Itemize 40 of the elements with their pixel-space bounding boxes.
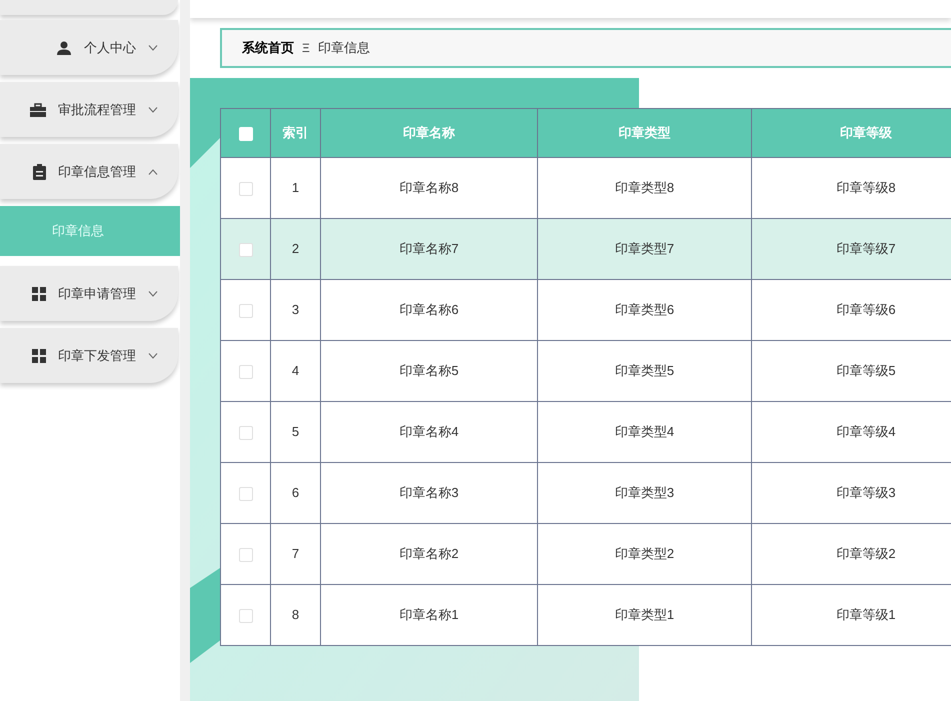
row-checkbox[interactable] [238, 426, 252, 440]
person-icon [56, 40, 72, 54]
grid-icon [32, 348, 46, 362]
select-all-checkbox[interactable] [238, 126, 252, 141]
breadcrumb-current: 印章信息 [318, 39, 370, 58]
row-checkbox[interactable] [238, 364, 252, 379]
table-row[interactable]: 2 印章名称7 印章类型7 印章等级7 [220, 218, 951, 280]
table-cell: 8 [270, 584, 320, 646]
grid-icon [32, 286, 46, 300]
menu-item[interactable]: 印章信息管理 [0, 144, 178, 199]
row-checkbox[interactable] [238, 548, 252, 562]
chevron-down-icon [148, 352, 158, 358]
table-row[interactable]: 4 印章名称5 印章类型5 印章等级5 [220, 340, 951, 402]
row-checkbox[interactable] [238, 304, 252, 318]
table-row[interactable]: 5 印章名称4 印章类型4 印章等级4 [220, 402, 951, 462]
row-checkbox[interactable] [238, 486, 252, 501]
row-checkbox[interactable] [238, 242, 252, 257]
chevron-down-icon [148, 106, 158, 112]
clipboard-icon [33, 164, 46, 180]
chevron-up-icon [148, 168, 158, 174]
menu-item[interactable]: 印章申请管理 [0, 266, 178, 321]
column-header: 印章名称 [320, 108, 538, 158]
briefcase-icon [30, 102, 46, 116]
table-cell: 印章名称1 [320, 584, 538, 646]
breadcrumb-link[interactable]: 系统首页 [242, 38, 294, 58]
column-header: 印章类型 [538, 108, 752, 158]
table-row[interactable]: 8 印章名称1 印章类型1 印章等级1 [220, 584, 951, 646]
table-row[interactable]: 6 印章名称3 印章类型3 印章等级3 [220, 462, 951, 524]
row-checkbox[interactable] [238, 608, 252, 623]
chevron-down-icon [148, 44, 158, 50]
breadcrumb-separator: Ξ [302, 40, 310, 57]
table-cell: 印章类型1 [538, 584, 752, 646]
table-row[interactable]: 3 印章名称6 印章类型6 印章等级6 [220, 280, 951, 340]
row-checkbox[interactable] [238, 182, 252, 196]
table-row[interactable]: 1 印章名称8 印章类型8 印章等级8 [220, 158, 951, 218]
menu-item[interactable]: 审批流程管理 [0, 82, 178, 137]
menu-item[interactable]: 印章下发管理 [0, 328, 178, 383]
chevron-down-icon [148, 290, 158, 296]
menu-item[interactable]: 个人中心 [0, 20, 178, 75]
table-row[interactable]: 7 印章名称2 印章类型2 印章等级2 [220, 524, 951, 584]
